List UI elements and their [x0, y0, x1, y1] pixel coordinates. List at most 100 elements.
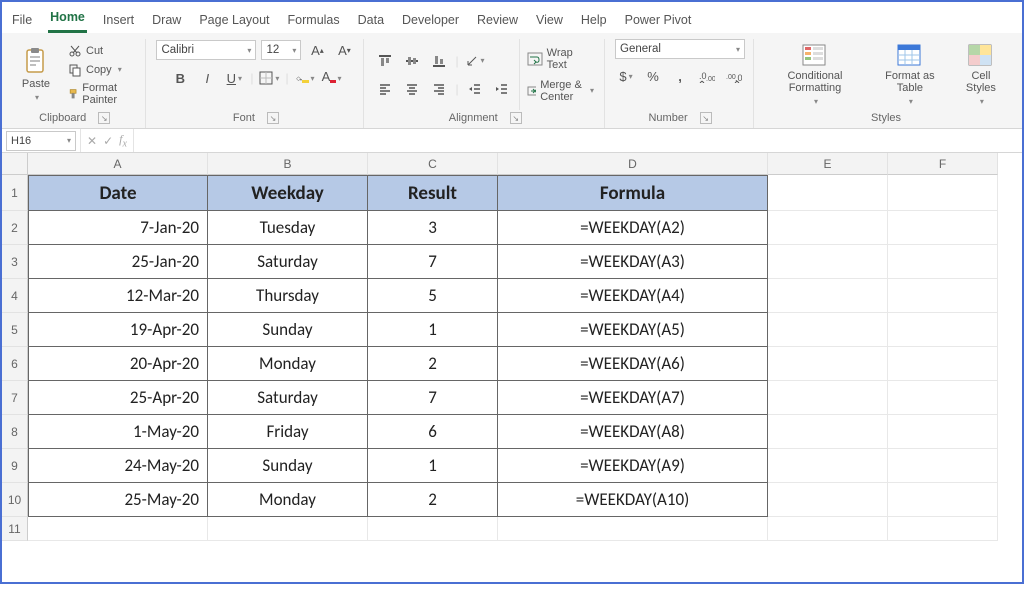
wrap-text-button[interactable]: Wrap Text: [525, 46, 596, 72]
insert-function-button[interactable]: fx: [119, 132, 127, 149]
cell[interactable]: 25-Apr-20: [28, 381, 208, 415]
cell[interactable]: 24-May-20: [28, 449, 208, 483]
tab-review[interactable]: Review: [475, 9, 520, 33]
cell[interactable]: Saturday: [208, 381, 368, 415]
tab-formulas[interactable]: Formulas: [286, 9, 342, 33]
bold-button[interactable]: B: [169, 67, 191, 89]
decrease-decimal-button[interactable]: .00.0: [723, 65, 745, 87]
cell[interactable]: [888, 211, 998, 245]
format-as-table-button[interactable]: Format as Table▾: [872, 39, 948, 109]
underline-button[interactable]: U▾: [223, 67, 245, 89]
cell[interactable]: [888, 245, 998, 279]
dialog-launcher-icon[interactable]: ↘: [267, 112, 279, 124]
row-header[interactable]: 1: [2, 175, 28, 211]
tab-help[interactable]: Help: [579, 9, 609, 33]
dialog-launcher-icon[interactable]: ↘: [98, 112, 110, 124]
cell[interactable]: Monday: [208, 483, 368, 517]
cell[interactable]: [888, 483, 998, 517]
tab-view[interactable]: View: [534, 9, 565, 33]
cell[interactable]: 7: [368, 245, 498, 279]
cell[interactable]: Friday: [208, 415, 368, 449]
cell[interactable]: =WEEKDAY(A8): [498, 415, 768, 449]
cell[interactable]: [498, 517, 768, 541]
cell[interactable]: [768, 517, 888, 541]
cell[interactable]: =WEEKDAY(A9): [498, 449, 768, 483]
row-header[interactable]: 8: [2, 415, 28, 449]
cell[interactable]: =WEEKDAY(A6): [498, 347, 768, 381]
cell[interactable]: Saturday: [208, 245, 368, 279]
cell[interactable]: =WEEKDAY(A2): [498, 211, 768, 245]
cell[interactable]: [888, 517, 998, 541]
cell[interactable]: 3: [368, 211, 498, 245]
decrease-font-button[interactable]: A▾: [333, 39, 355, 61]
row-header[interactable]: 3: [2, 245, 28, 279]
header-cell[interactable]: Weekday: [208, 175, 368, 211]
row-header[interactable]: 4: [2, 279, 28, 313]
paste-button[interactable]: Paste ▾: [12, 43, 60, 106]
cancel-formula-button[interactable]: ✕: [87, 134, 97, 148]
row-header[interactable]: 11: [2, 517, 28, 541]
column-header[interactable]: C: [368, 153, 498, 175]
decrease-indent-button[interactable]: [464, 78, 486, 100]
align-left-button[interactable]: [374, 78, 396, 100]
cell[interactable]: [888, 313, 998, 347]
column-header[interactable]: D: [498, 153, 768, 175]
increase-decimal-button[interactable]: .0.00: [696, 65, 718, 87]
cut-button[interactable]: Cut: [66, 43, 137, 59]
cell[interactable]: =WEEKDAY(A7): [498, 381, 768, 415]
cell[interactable]: 1: [368, 313, 498, 347]
cell[interactable]: 2: [368, 483, 498, 517]
tab-home[interactable]: Home: [48, 6, 87, 33]
cell[interactable]: [768, 245, 888, 279]
row-header[interactable]: 6: [2, 347, 28, 381]
cell[interactable]: [888, 279, 998, 313]
tab-developer[interactable]: Developer: [400, 9, 461, 33]
align-middle-button[interactable]: [401, 50, 423, 72]
cell[interactable]: 20-Apr-20: [28, 347, 208, 381]
align-right-button[interactable]: [428, 78, 450, 100]
tab-page-layout[interactable]: Page Layout: [197, 9, 271, 33]
increase-font-button[interactable]: A▴: [306, 39, 328, 61]
enter-formula-button[interactable]: ✓: [103, 134, 113, 148]
cell[interactable]: [888, 381, 998, 415]
row-header[interactable]: 7: [2, 381, 28, 415]
dialog-launcher-icon[interactable]: ↘: [510, 112, 522, 124]
cell[interactable]: [368, 517, 498, 541]
row-header[interactable]: 10: [2, 483, 28, 517]
copy-button[interactable]: Copy ▾: [66, 62, 137, 78]
cell[interactable]: 12-Mar-20: [28, 279, 208, 313]
name-box[interactable]: H16▾: [6, 131, 76, 151]
align-bottom-button[interactable]: [428, 50, 450, 72]
cell[interactable]: 5: [368, 279, 498, 313]
font-color-button[interactable]: A▾: [321, 67, 343, 89]
orientation-button[interactable]: ▾: [464, 50, 486, 72]
accounting-format-button[interactable]: $▾: [615, 65, 637, 87]
select-all-corner[interactable]: [2, 153, 28, 175]
borders-button[interactable]: ▾: [258, 67, 280, 89]
cell[interactable]: [768, 449, 888, 483]
increase-indent-button[interactable]: [491, 78, 513, 100]
dialog-launcher-icon[interactable]: ↘: [700, 112, 712, 124]
font-name-select[interactable]: Calibri▾: [156, 40, 256, 60]
cell[interactable]: [768, 313, 888, 347]
number-format-select[interactable]: General▾: [615, 39, 745, 59]
cell[interactable]: =WEEKDAY(A3): [498, 245, 768, 279]
font-size-select[interactable]: 12▾: [261, 40, 301, 60]
header-cell[interactable]: Formula: [498, 175, 768, 211]
cell[interactable]: [888, 347, 998, 381]
row-header[interactable]: 5: [2, 313, 28, 347]
cell[interactable]: Monday: [208, 347, 368, 381]
cell[interactable]: 25-May-20: [28, 483, 208, 517]
cell[interactable]: [768, 279, 888, 313]
header-cell[interactable]: Date: [28, 175, 208, 211]
cell[interactable]: =WEEKDAY(A10): [498, 483, 768, 517]
cell[interactable]: 25-Jan-20: [28, 245, 208, 279]
cell[interactable]: [888, 415, 998, 449]
cell[interactable]: =WEEKDAY(A5): [498, 313, 768, 347]
tab-file[interactable]: File: [10, 9, 34, 33]
percent-format-button[interactable]: %: [642, 65, 664, 87]
cell[interactable]: 7-Jan-20: [28, 211, 208, 245]
tab-draw[interactable]: Draw: [150, 9, 183, 33]
row-header[interactable]: 2: [2, 211, 28, 245]
italic-button[interactable]: I: [196, 67, 218, 89]
